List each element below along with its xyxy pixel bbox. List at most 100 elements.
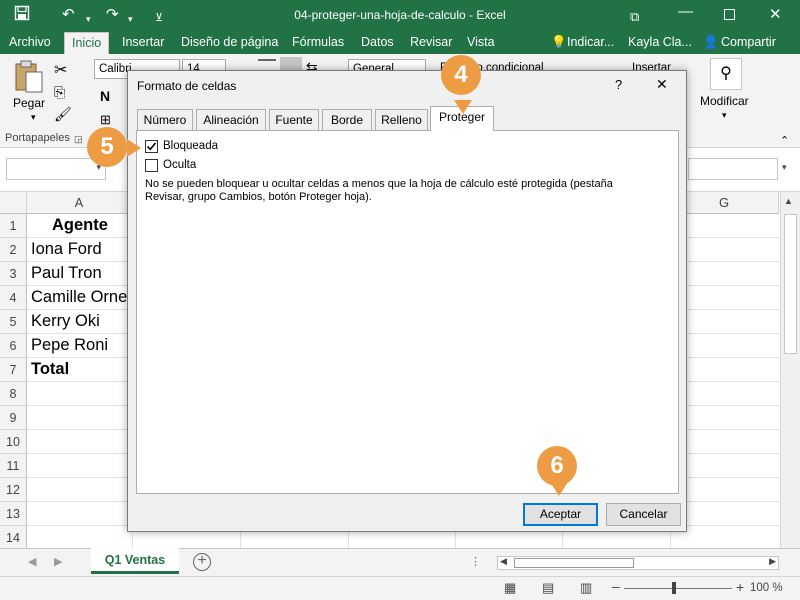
format-cells-dialog: Formato de celdas ? ✕ Número Alineación … xyxy=(127,70,687,532)
row-header[interactable]: 2 xyxy=(0,238,27,262)
scroll-right-icon[interactable]: ▶ xyxy=(769,556,776,567)
row-header[interactable]: 11 xyxy=(0,454,27,478)
tab-revisar[interactable]: Revisar xyxy=(410,35,452,49)
zoom-out-icon[interactable]: – xyxy=(612,578,620,594)
cut-icon[interactable]: ✂ xyxy=(54,60,67,80)
cell-a4[interactable]: Camille Orne xyxy=(31,288,127,307)
horizontal-scrollbar[interactable]: ◀ ▶ xyxy=(497,556,779,570)
row-header[interactable]: 8 xyxy=(0,382,27,406)
modify-dropdown-icon[interactable]: ▾ xyxy=(722,110,727,121)
normal-view-icon[interactable]: ▦ xyxy=(504,580,516,596)
cell-a7[interactable]: Total xyxy=(31,360,69,379)
tab-formulas[interactable]: Fórmulas xyxy=(292,35,344,49)
formula-input[interactable] xyxy=(688,158,778,180)
close-icon[interactable]: ✕ xyxy=(769,5,782,25)
help-button[interactable]: ? xyxy=(615,77,622,92)
dialog-close-button[interactable]: ✕ xyxy=(656,76,668,93)
dialog-title: Formato de celdas xyxy=(137,79,237,93)
callout-5-pointer xyxy=(127,139,141,157)
cell-a5[interactable]: Kerry Oki xyxy=(31,312,100,331)
locked-label[interactable]: Bloqueada xyxy=(163,140,218,152)
row-header[interactable]: 7 xyxy=(0,358,27,382)
scroll-up-icon[interactable]: ▲ xyxy=(784,196,793,206)
sheet-tabs-bar: ◀ ▶ Q1 Ventas + ⋮ ◀ ▶ xyxy=(0,548,800,576)
row-header[interactable]: 13 xyxy=(0,502,27,526)
modify-button[interactable]: Modificar xyxy=(700,94,749,108)
share-button[interactable]: Compartir xyxy=(721,35,776,49)
tab-datos[interactable]: Datos xyxy=(361,35,394,49)
cancel-button[interactable]: Cancelar xyxy=(606,503,681,526)
row-header[interactable]: 9 xyxy=(0,406,27,430)
tab-relleno[interactable]: Relleno xyxy=(375,109,428,130)
hidden-label[interactable]: Oculta xyxy=(163,159,196,171)
maximize-icon[interactable] xyxy=(724,6,735,26)
zoom-slider[interactable] xyxy=(624,588,732,589)
ribbon-tabs: Archivo Inicio Insertar Diseño de página… xyxy=(0,32,800,56)
row-header[interactable]: 3 xyxy=(0,262,27,286)
add-sheet-icon[interactable]: + xyxy=(193,553,211,571)
row-header[interactable]: 4 xyxy=(0,286,27,310)
callout-5: 5 xyxy=(87,127,127,167)
row-header[interactable]: 5 xyxy=(0,310,27,334)
cell-a6[interactable]: Pepe Roni xyxy=(31,336,108,355)
column-header-a[interactable]: A xyxy=(27,192,132,214)
share-icon: 👤 xyxy=(703,35,719,49)
cell-a3[interactable]: Paul Tron xyxy=(31,264,102,283)
collapse-ribbon-icon[interactable]: ⌃ xyxy=(780,134,789,147)
paste-dropdown-icon[interactable]: ▾ xyxy=(31,112,36,123)
ok-button[interactable]: Aceptar xyxy=(523,503,598,526)
format-painter-icon[interactable]: 🖌 xyxy=(54,106,72,123)
tab-alineacion[interactable]: Alineación xyxy=(196,109,266,130)
row-header[interactable]: 1 xyxy=(0,214,27,238)
binoculars-icon[interactable]: ⚲ xyxy=(710,58,742,90)
name-box[interactable]: ▾ xyxy=(6,158,106,180)
tab-inicio[interactable]: Inicio xyxy=(64,32,110,56)
vertical-scroll-thumb[interactable] xyxy=(784,214,797,354)
next-sheet-icon[interactable]: ▶ xyxy=(54,555,62,568)
tell-me-box[interactable]: Indicar... xyxy=(567,35,614,49)
clipboard-group-label: Portapapeles xyxy=(5,132,70,144)
page-layout-icon[interactable]: ▤ xyxy=(542,580,554,596)
minimize-icon[interactable]: — xyxy=(678,2,693,22)
tab-diseno-pagina[interactable]: Diseño de página xyxy=(181,35,278,49)
hidden-checkbox[interactable] xyxy=(145,159,158,172)
cell-a1[interactable]: Agente xyxy=(52,216,108,235)
bold-icon[interactable]: N xyxy=(100,88,110,104)
ribbon-display-icon[interactable]: ⧉ xyxy=(630,7,639,27)
callout-6: 6 xyxy=(537,446,577,486)
prev-sheet-icon[interactable]: ◀ xyxy=(28,555,36,568)
zoom-slider-thumb[interactable] xyxy=(672,582,676,594)
scroll-left-icon[interactable]: ◀ xyxy=(500,556,507,567)
borders-icon[interactable]: ⊞ xyxy=(100,112,111,128)
user-name[interactable]: Kayla Cla... xyxy=(628,35,692,49)
copy-icon[interactable]: ⎘ xyxy=(54,84,65,101)
title-bar: ↶ ▾ ↷ ▾ ⊻ 04-proteger-una-hoja-de-calcul… xyxy=(0,0,800,32)
zoom-level[interactable]: 100 % xyxy=(750,582,783,594)
paste-icon[interactable] xyxy=(12,60,46,94)
clipboard-launcher-icon[interactable]: ◲ xyxy=(74,134,83,145)
tab-numero[interactable]: Número xyxy=(137,109,193,130)
expand-formula-icon[interactable]: ▾ xyxy=(782,162,787,173)
row-header[interactable]: 10 xyxy=(0,430,27,454)
tab-archivo[interactable]: Archivo xyxy=(9,35,51,49)
tab-vista[interactable]: Vista xyxy=(467,35,495,49)
callout-4-pointer xyxy=(454,100,472,114)
select-all-corner[interactable] xyxy=(0,192,27,214)
locked-checkbox[interactable] xyxy=(145,140,158,153)
tab-fuente[interactable]: Fuente xyxy=(269,109,319,130)
zoom-in-icon[interactable]: + xyxy=(736,579,744,595)
tab-insertar[interactable]: Insertar xyxy=(122,35,164,49)
paste-button[interactable]: Pegar xyxy=(13,96,45,110)
protection-panel: Bloqueada Oculta No se pueden bloquear u… xyxy=(136,130,679,494)
tab-borde[interactable]: Borde xyxy=(322,109,372,130)
cell-a2[interactable]: Iona Ford xyxy=(31,240,102,259)
row-header[interactable]: 6 xyxy=(0,334,27,358)
horizontal-scroll-thumb[interactable] xyxy=(514,558,634,568)
row-header[interactable]: 12 xyxy=(0,478,27,502)
sheet-split-icon[interactable]: ⋮ xyxy=(470,555,481,568)
lightbulb-icon: 💡 xyxy=(551,35,567,49)
vertical-scrollbar[interactable]: ▲ xyxy=(780,192,800,548)
sheet-tab-q1-ventas[interactable]: Q1 Ventas xyxy=(91,548,179,574)
page-break-icon[interactable]: ▥ xyxy=(580,580,592,596)
row-header[interactable]: 14 xyxy=(0,526,27,548)
